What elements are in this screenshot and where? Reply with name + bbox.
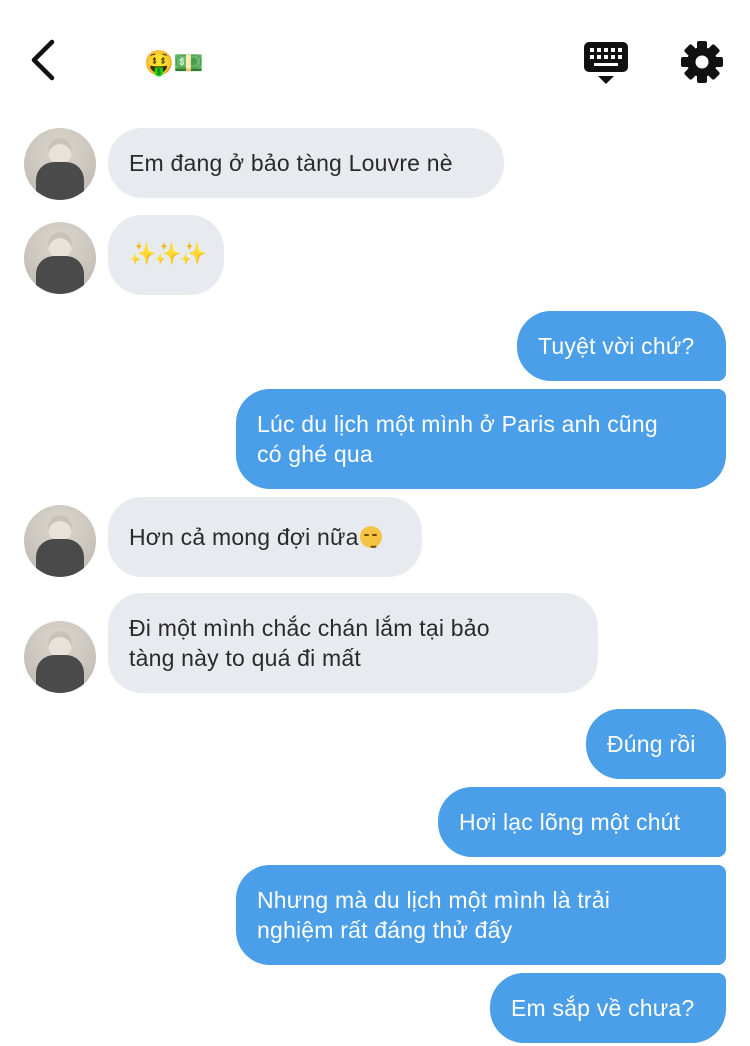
message-text: ✨✨✨: [129, 242, 207, 267]
message-text: Nhưng mà du lịch một mình là trải nghiệm…: [257, 887, 611, 943]
contact-avatar[interactable]: [24, 621, 96, 693]
message-text: Tuyệt vời chứ?: [538, 333, 695, 359]
message-text: Hơi lạc lõng một chút: [459, 809, 681, 835]
incoming-message-bubble[interactable]: ✨✨✨: [108, 215, 224, 295]
contact-avatar[interactable]: [24, 505, 96, 577]
message-list[interactable]: Em đang ở bảo tàng Louvre nè ✨✨✨ Tuyệt v…: [0, 0, 750, 1046]
incoming-message-bubble[interactable]: Em đang ở bảo tàng Louvre nè: [108, 128, 504, 198]
outgoing-message-bubble[interactable]: Đúng rồi: [586, 709, 726, 779]
message-text: Đúng rồi: [607, 731, 696, 757]
outgoing-message-bubble[interactable]: Em sắp về chưa?: [490, 973, 726, 1043]
contact-avatar[interactable]: [24, 128, 96, 200]
message-text: Hơn cả mong đợi nữa: [129, 524, 359, 550]
outgoing-message-bubble[interactable]: Tuyệt vời chứ?: [517, 311, 726, 381]
message-text: Em đang ở bảo tàng Louvre nè: [129, 150, 453, 176]
message-text: Đi một mình chắc chán lắm tại bảo tàng n…: [129, 615, 490, 671]
incoming-message-bubble[interactable]: Đi một mình chắc chán lắm tại bảo tàng n…: [108, 593, 598, 693]
message-text: Em sắp về chưa?: [511, 995, 695, 1021]
outgoing-message-bubble[interactable]: Nhưng mà du lịch một mình là trải nghiệm…: [236, 865, 726, 965]
outgoing-message-bubble[interactable]: Lúc du lịch một mình ở Paris anh cũng có…: [236, 389, 726, 489]
outgoing-message-bubble[interactable]: Hơi lạc lõng một chút: [438, 787, 726, 857]
kissing-face-emoji-icon: [359, 526, 382, 548]
incoming-message-bubble[interactable]: Hơn cả mong đợi nữa: [108, 497, 422, 577]
contact-avatar[interactable]: [24, 222, 96, 294]
message-text: Lúc du lịch một mình ở Paris anh cũng có…: [257, 411, 658, 467]
